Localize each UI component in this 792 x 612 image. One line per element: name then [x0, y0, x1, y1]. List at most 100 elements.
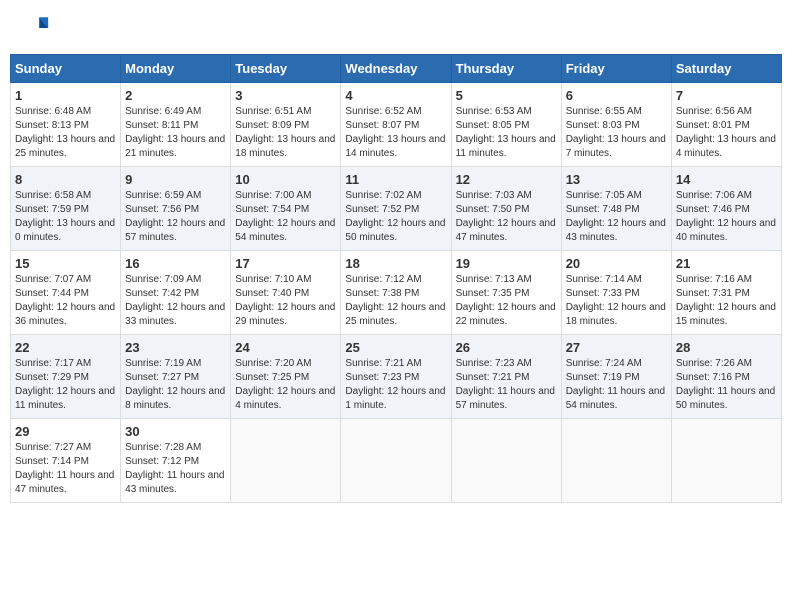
day-info: Sunrise: 7:13 AMSunset: 7:35 PMDaylight:…	[456, 273, 557, 329]
day-number: 3	[235, 88, 336, 103]
day-info: Sunrise: 7:23 AMSunset: 7:21 PMDaylight:…	[456, 357, 557, 413]
day-info: Sunrise: 7:09 AMSunset: 7:42 PMDaylight:…	[125, 273, 226, 329]
day-number: 1	[15, 88, 116, 103]
day-number: 28	[676, 340, 777, 355]
day-number: 14	[676, 172, 777, 187]
day-info: Sunrise: 6:49 AMSunset: 8:11 PMDaylight:…	[125, 105, 226, 161]
day-number: 24	[235, 340, 336, 355]
calendar-day-cell: 19 Sunrise: 7:13 AMSunset: 7:35 PMDayligh…	[451, 251, 561, 335]
header-friday: Friday	[561, 55, 671, 83]
calendar-day-cell	[451, 419, 561, 503]
calendar-day-cell: 1 Sunrise: 6:48 AMSunset: 8:13 PMDaylight…	[11, 83, 121, 167]
day-info: Sunrise: 7:21 AMSunset: 7:23 PMDaylight:…	[345, 357, 446, 413]
day-info: Sunrise: 6:58 AMSunset: 7:59 PMDaylight:…	[15, 189, 116, 245]
day-number: 5	[456, 88, 557, 103]
header-tuesday: Tuesday	[231, 55, 341, 83]
day-info: Sunrise: 6:51 AMSunset: 8:09 PMDaylight:…	[235, 105, 336, 161]
logo-icon	[14, 10, 50, 46]
day-number: 10	[235, 172, 336, 187]
calendar-week-row: 1 Sunrise: 6:48 AMSunset: 8:13 PMDaylight…	[11, 83, 782, 167]
day-number: 23	[125, 340, 226, 355]
day-info: Sunrise: 7:06 AMSunset: 7:46 PMDaylight:…	[676, 189, 777, 245]
day-info: Sunrise: 7:14 AMSunset: 7:33 PMDaylight:…	[566, 273, 667, 329]
day-number: 26	[456, 340, 557, 355]
calendar-day-cell: 11 Sunrise: 7:02 AMSunset: 7:52 PMDayligh…	[341, 167, 451, 251]
logo	[14, 10, 54, 46]
calendar-day-cell: 21 Sunrise: 7:16 AMSunset: 7:31 PMDayligh…	[671, 251, 781, 335]
calendar-header-row: SundayMondayTuesdayWednesdayThursdayFrid…	[11, 55, 782, 83]
calendar-day-cell: 17 Sunrise: 7:10 AMSunset: 7:40 PMDayligh…	[231, 251, 341, 335]
calendar-day-cell	[671, 419, 781, 503]
day-number: 17	[235, 256, 336, 271]
calendar-day-cell: 5 Sunrise: 6:53 AMSunset: 8:05 PMDaylight…	[451, 83, 561, 167]
calendar-day-cell: 10 Sunrise: 7:00 AMSunset: 7:54 PMDayligh…	[231, 167, 341, 251]
calendar-week-row: 8Sunrise: 6:58 AMSunset: 7:59 PMDaylight…	[11, 167, 782, 251]
day-number: 30	[125, 424, 226, 439]
day-number: 22	[15, 340, 116, 355]
calendar-table: SundayMondayTuesdayWednesdayThursdayFrid…	[10, 54, 782, 503]
calendar-day-cell: 14 Sunrise: 7:06 AMSunset: 7:46 PMDayligh…	[671, 167, 781, 251]
calendar-day-cell: 18Sunrise: 7:12 AMSunset: 7:38 PMDayligh…	[341, 251, 451, 335]
calendar-day-cell: 27 Sunrise: 7:24 AMSunset: 7:19 PMDayligh…	[561, 335, 671, 419]
day-info: Sunrise: 7:24 AMSunset: 7:19 PMDaylight:…	[566, 357, 667, 413]
day-info: Sunrise: 7:20 AMSunset: 7:25 PMDaylight:…	[235, 357, 336, 413]
calendar-day-cell: 16 Sunrise: 7:09 AMSunset: 7:42 PMDayligh…	[121, 251, 231, 335]
day-number: 25	[345, 340, 446, 355]
calendar-day-cell: 12 Sunrise: 7:03 AMSunset: 7:50 PMDayligh…	[451, 167, 561, 251]
day-number: 20	[566, 256, 667, 271]
calendar-day-cell: 22 Sunrise: 7:17 AMSunset: 7:29 PMDayligh…	[11, 335, 121, 419]
calendar-day-cell: 29 Sunrise: 7:27 AMSunset: 7:14 PMDayligh…	[11, 419, 121, 503]
day-number: 4	[345, 88, 446, 103]
day-number: 15	[15, 256, 116, 271]
day-number: 9	[125, 172, 226, 187]
day-info: Sunrise: 7:19 AMSunset: 7:27 PMDaylight:…	[125, 357, 226, 413]
day-number: 27	[566, 340, 667, 355]
calendar-day-cell: 23 Sunrise: 7:19 AMSunset: 7:27 PMDayligh…	[121, 335, 231, 419]
day-info: Sunrise: 7:07 AMSunset: 7:44 PMDaylight:…	[15, 273, 116, 329]
calendar-day-cell	[561, 419, 671, 503]
day-info: Sunrise: 7:17 AMSunset: 7:29 PMDaylight:…	[15, 357, 116, 413]
calendar-day-cell: 6 Sunrise: 6:55 AMSunset: 8:03 PMDaylight…	[561, 83, 671, 167]
day-number: 21	[676, 256, 777, 271]
day-number: 6	[566, 88, 667, 103]
calendar-day-cell: 9 Sunrise: 6:59 AMSunset: 7:56 PMDaylight…	[121, 167, 231, 251]
calendar-day-cell	[341, 419, 451, 503]
calendar-day-cell: 20 Sunrise: 7:14 AMSunset: 7:33 PMDayligh…	[561, 251, 671, 335]
day-info: Sunrise: 6:48 AMSunset: 8:13 PMDaylight:…	[15, 105, 116, 161]
header-wednesday: Wednesday	[341, 55, 451, 83]
calendar-day-cell	[231, 419, 341, 503]
header-thursday: Thursday	[451, 55, 561, 83]
header-monday: Monday	[121, 55, 231, 83]
calendar-day-cell: 28Sunrise: 7:26 AMSunset: 7:16 PMDayligh…	[671, 335, 781, 419]
day-number: 29	[15, 424, 116, 439]
calendar-day-cell: 7Sunrise: 6:56 AMSunset: 8:01 PMDaylight…	[671, 83, 781, 167]
page-header	[10, 10, 782, 46]
day-info: Sunrise: 7:27 AMSunset: 7:14 PMDaylight:…	[15, 441, 116, 497]
day-number: 11	[345, 172, 446, 187]
day-info: Sunrise: 6:59 AMSunset: 7:56 PMDaylight:…	[125, 189, 226, 245]
day-info: Sunrise: 7:03 AMSunset: 7:50 PMDaylight:…	[456, 189, 557, 245]
calendar-week-row: 22 Sunrise: 7:17 AMSunset: 7:29 PMDayligh…	[11, 335, 782, 419]
day-info: Sunrise: 6:56 AMSunset: 8:01 PMDaylight:…	[676, 105, 777, 161]
day-number: 18	[345, 256, 446, 271]
calendar-day-cell: 25 Sunrise: 7:21 AMSunset: 7:23 PMDayligh…	[341, 335, 451, 419]
day-info: Sunrise: 7:02 AMSunset: 7:52 PMDaylight:…	[345, 189, 446, 245]
day-number: 16	[125, 256, 226, 271]
day-info: Sunrise: 6:55 AMSunset: 8:03 PMDaylight:…	[566, 105, 667, 161]
day-info: Sunrise: 7:00 AMSunset: 7:54 PMDaylight:…	[235, 189, 336, 245]
day-info: Sunrise: 7:10 AMSunset: 7:40 PMDaylight:…	[235, 273, 336, 329]
header-saturday: Saturday	[671, 55, 781, 83]
calendar-day-cell: 8Sunrise: 6:58 AMSunset: 7:59 PMDaylight…	[11, 167, 121, 251]
day-info: Sunrise: 6:52 AMSunset: 8:07 PMDaylight:…	[345, 105, 446, 161]
calendar-day-cell: 4 Sunrise: 6:52 AMSunset: 8:07 PMDaylight…	[341, 83, 451, 167]
calendar-day-cell: 2Sunrise: 6:49 AMSunset: 8:11 PMDaylight…	[121, 83, 231, 167]
day-number: 19	[456, 256, 557, 271]
calendar-day-cell: 30Sunrise: 7:28 AMSunset: 7:12 PMDayligh…	[121, 419, 231, 503]
calendar-day-cell: 15 Sunrise: 7:07 AMSunset: 7:44 PMDayligh…	[11, 251, 121, 335]
day-info: Sunrise: 7:16 AMSunset: 7:31 PMDaylight:…	[676, 273, 777, 329]
day-info: Sunrise: 7:05 AMSunset: 7:48 PMDaylight:…	[566, 189, 667, 245]
day-number: 12	[456, 172, 557, 187]
calendar-day-cell: 13Sunrise: 7:05 AMSunset: 7:48 PMDayligh…	[561, 167, 671, 251]
day-info: Sunrise: 6:53 AMSunset: 8:05 PMDaylight:…	[456, 105, 557, 161]
header-sunday: Sunday	[11, 55, 121, 83]
